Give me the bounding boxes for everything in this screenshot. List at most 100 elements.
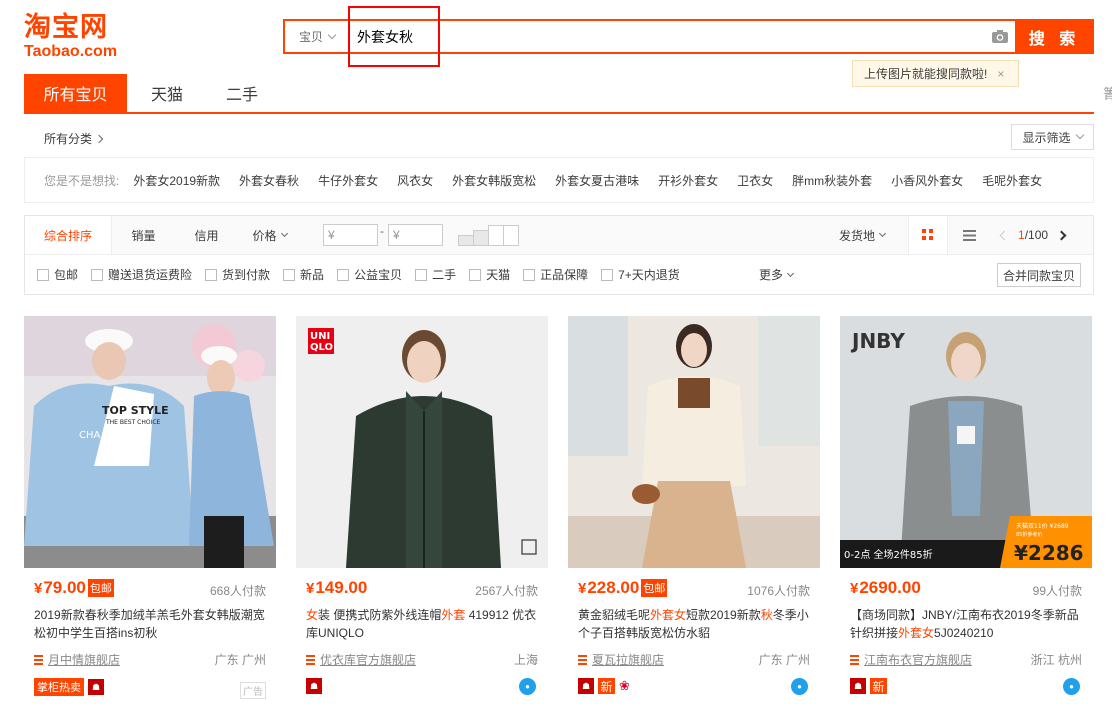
sort-default[interactable]: 综合排序 (25, 216, 112, 254)
related-item[interactable]: 牛仔外套女 (318, 172, 378, 189)
product-card[interactable]: JNBY 0-2点 全场2件85折 天猫双11价 ¥2689 85折参考价 ¥2… (840, 316, 1092, 708)
product-image[interactable] (568, 316, 820, 568)
tmall-icon[interactable]: ☗ (578, 678, 594, 694)
search-tabs: 所有宝贝 天猫 二手 (24, 74, 1094, 114)
merge-same-items-button[interactable]: 合并同款宝贝 (997, 263, 1081, 287)
related-item[interactable]: 外套女韩版宽松 (452, 172, 536, 189)
product-image[interactable]: TOP STYLE THE BEST CHOICE CHA STIC YNNE (24, 316, 276, 568)
filter-checkbox-row: 包邮 赠送退货运费险 货到付款 新品 公益宝贝 二手 天猫 正品保障 7+天内退… (25, 255, 1093, 294)
chevron-left-icon[interactable] (999, 230, 1010, 240)
tmall-icon[interactable]: ☗ (306, 678, 322, 694)
ship-from-dropdown[interactable]: 发货地 (839, 216, 887, 254)
filter-genuine[interactable]: 正品保障 (523, 266, 588, 283)
image-text: TOP STYLE (102, 404, 169, 417)
filter-cod[interactable]: 货到付款 (205, 266, 270, 283)
sort-sales[interactable]: 销量 (112, 216, 175, 254)
brand-logo-text: UNI (310, 331, 330, 342)
checkbox[interactable] (91, 268, 104, 281)
shop-link[interactable]: 月中情旗舰店 (34, 651, 120, 668)
search-category-label: 宝贝 (298, 30, 323, 44)
product-image[interactable]: JNBY 0-2点 全场2件85折 天猫双11价 ¥2689 85折参考价 ¥2… (840, 316, 1092, 568)
list-view-icon[interactable] (949, 216, 989, 254)
new-badge[interactable]: 新 (598, 678, 615, 694)
all-categories-link[interactable]: 所有分类 (44, 130, 92, 147)
tab-second-hand[interactable]: 二手 (207, 74, 277, 112)
price-max-input[interactable]: ¥ (388, 224, 443, 246)
product-card[interactable]: UNI QLO ¥ 149.00 2567人付款 女装 便携式防紫外线连帽外套 … (296, 316, 548, 708)
product-title[interactable]: 黄金貂绒毛呢外套女短款2019新款秋冬季小个子百搭韩版宽松仿水貂 (578, 606, 814, 642)
checkbox[interactable] (37, 268, 49, 281)
tab-all-items[interactable]: 所有宝贝 (24, 74, 127, 112)
deal-count: 668人付款 (209, 584, 266, 598)
sort-credit[interactable]: 信用 (175, 216, 238, 254)
related-item[interactable]: 外套女夏古港味 (555, 172, 639, 189)
search-input[interactable] (349, 21, 985, 52)
grid-view-icon[interactable] (908, 216, 948, 254)
tab-tmall[interactable]: 天猫 (127, 74, 207, 112)
related-item[interactable]: 风衣女 (397, 172, 433, 189)
product-title[interactable]: 女装 便携式防紫外线连帽外套 419912 优衣库UNIQLO (306, 606, 542, 642)
filter-new[interactable]: 新品 (283, 266, 324, 283)
chevron-right-icon[interactable] (1056, 230, 1067, 240)
product-grid: TOP STYLE THE BEST CHOICE CHA STIC YNNE … (24, 316, 1094, 718)
chevron-down-icon (280, 229, 288, 238)
more-filters-dropdown[interactable]: 更多 (759, 255, 795, 294)
related-item[interactable]: 外套女春秋 (239, 172, 299, 189)
price-range-icon[interactable] (458, 225, 520, 246)
sort-price[interactable]: 价格 (238, 216, 301, 254)
shop-icon (850, 654, 859, 665)
checkbox[interactable] (337, 268, 350, 281)
filter-7day-return[interactable]: 7+天内退货 (601, 266, 680, 283)
related-item[interactable]: 开衫外套女 (658, 172, 718, 189)
wangwang-chat-icon[interactable]: ● (1063, 678, 1080, 695)
show-filter-button[interactable]: 显示筛选 (1011, 124, 1094, 150)
wangwang-chat-icon[interactable]: ● (519, 678, 536, 695)
related-item[interactable]: 小香风外套女 (891, 172, 963, 189)
shop-link[interactable]: 优衣库官方旗舰店 (306, 651, 416, 668)
search-button[interactable]: 搜 索 (1015, 19, 1094, 54)
shop-link[interactable]: 江南布衣官方旗舰店 (850, 651, 972, 668)
search-category-dropdown[interactable]: 宝贝 (285, 21, 349, 52)
checkbox[interactable] (601, 268, 614, 281)
product-card[interactable]: ¥ 228.00 包邮 1076人付款 黄金貂绒毛呢外套女短款2019新款秋冬季… (568, 316, 820, 708)
breadcrumb[interactable]: 所有分类 (44, 130, 104, 147)
more-label: 更多 (759, 268, 784, 282)
shop-link[interactable]: 夏瓦拉旗舰店 (578, 651, 664, 668)
filter-charity[interactable]: 公益宝贝 (337, 266, 402, 283)
filter-free-shipping[interactable]: 包邮 (37, 266, 78, 283)
image-text: THE BEST CHOICE (105, 419, 161, 426)
hot-seller-badge[interactable]: 掌柜热卖 (34, 678, 84, 696)
checkbox[interactable] (415, 268, 428, 281)
price-min-input[interactable]: ¥ (323, 224, 378, 246)
tmall-icon[interactable]: ☗ (850, 678, 866, 694)
related-item[interactable]: 胖mm秋装外套 (792, 172, 872, 189)
camera-icon[interactable] (985, 21, 1015, 52)
show-filter-label: 显示筛选 (1022, 130, 1071, 145)
related-item[interactable]: 外套女2019新款 (133, 172, 220, 189)
related-searches: 您是不是想找: 外套女2019新款 外套女春秋 牛仔外套女 风衣女 外套女韩版宽… (24, 157, 1094, 203)
ship-from-label: 发货地 (839, 228, 876, 243)
product-location: 上海 (513, 653, 538, 667)
product-title[interactable]: 【商场同款】JNBY/江南布衣2019冬季新品针织拼接外套女5J0240210 (850, 606, 1086, 642)
checkbox[interactable] (469, 268, 482, 281)
filter-second-hand[interactable]: 二手 (415, 266, 456, 283)
product-title[interactable]: 2019新款春秋季加绒羊羔毛外套女韩版潮宽松初中学生百搭ins初秋 (34, 606, 270, 642)
tmall-icon[interactable]: ☗ (88, 679, 104, 695)
promo-price: ¥2286 (1014, 541, 1084, 565)
wangwang-chat-icon[interactable]: ● (791, 678, 808, 695)
checkbox[interactable] (523, 268, 536, 281)
new-badge[interactable]: 新 (870, 678, 887, 694)
related-item[interactable]: 卫衣女 (737, 172, 773, 189)
filter-return-insurance[interactable]: 赠送退货运费险 (91, 266, 192, 283)
checkbox[interactable] (283, 268, 296, 281)
page-current: 1 (1018, 228, 1025, 242)
related-item[interactable]: 毛呢外套女 (982, 172, 1042, 189)
brand-logo-text: QLO (310, 342, 333, 353)
product-card[interactable]: TOP STYLE THE BEST CHOICE CHA STIC YNNE … (24, 316, 276, 708)
filter-tmall[interactable]: 天猫 (469, 266, 510, 283)
logo-chinese: 淘宝网 (24, 12, 108, 43)
taobao-logo[interactable]: 淘宝网 Taobao.com (24, 12, 134, 62)
checkbox[interactable] (205, 268, 218, 281)
product-image[interactable]: UNI QLO (296, 316, 548, 568)
rose-icon[interactable]: ❀ (619, 678, 630, 694)
